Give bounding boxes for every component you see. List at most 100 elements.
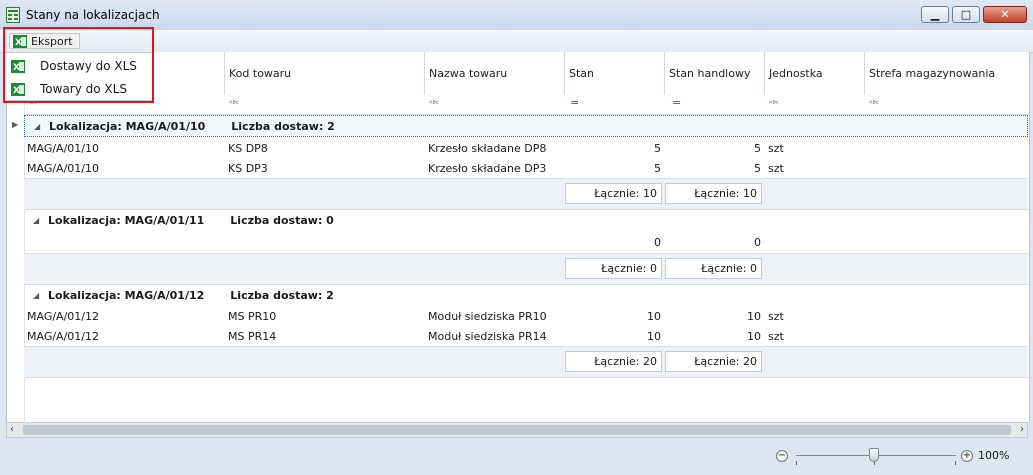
maximize-icon: □ bbox=[960, 8, 972, 21]
cell-stan-handl: 5 bbox=[754, 142, 761, 155]
cell-lokalizacja: MAG/A/01/12 bbox=[27, 310, 99, 323]
cell-nazwa: Moduł siedziska PR14 bbox=[428, 330, 547, 343]
cell-stan-handl: 10 bbox=[747, 310, 761, 323]
svg-text:X: X bbox=[13, 86, 20, 96]
row-indicator-column: ▶ bbox=[7, 52, 25, 422]
minimize-icon: ▁ bbox=[930, 8, 940, 21]
scroll-left-icon[interactable]: ‹ bbox=[10, 423, 14, 437]
cell-kod: MS PR10 bbox=[228, 310, 277, 323]
column-header-nazwa-towaru[interactable]: Nazwa towaru bbox=[424, 52, 564, 95]
collapse-triangle-icon[interactable]: ◢ bbox=[33, 291, 41, 300]
xls-icon: X bbox=[11, 59, 25, 73]
equals-filter-icon[interactable]: = bbox=[672, 96, 681, 109]
scroll-right-icon[interactable]: › bbox=[1020, 423, 1024, 437]
group-title: Lokalizacja: MAG/A/01/11 bbox=[48, 213, 205, 227]
cell-jednostka: szt bbox=[768, 142, 784, 155]
cell-stan-handl: 5 bbox=[754, 162, 761, 175]
summary-stan-handl: Łącznie: 10 bbox=[665, 183, 762, 204]
export-label: Eksport bbox=[31, 34, 73, 48]
cell-stan-mag: 5 bbox=[654, 162, 661, 175]
minimize-button[interactable]: ▁ bbox=[921, 6, 949, 23]
zoom-slider-thumb[interactable] bbox=[869, 448, 879, 462]
cell-kod: MS PR14 bbox=[228, 330, 277, 343]
cell-lokalizacja: MAG/A/01/10 bbox=[27, 162, 99, 175]
zoom-out-button[interactable]: − bbox=[776, 450, 788, 462]
column-header-stan-magazynowy[interactable]: Stan magazynowy bbox=[564, 52, 664, 123]
group-summary-row: Łącznie: 10 Łącznie: 10 bbox=[24, 178, 1028, 210]
abc-filter-icon[interactable]: ᴬᴮᶜ bbox=[769, 99, 779, 108]
group-count: Liczba dostaw: 2 bbox=[230, 288, 334, 302]
table-row[interactable]: 0 0 bbox=[24, 232, 1028, 252]
zoom-tick bbox=[955, 461, 956, 465]
cell-lokalizacja: MAG/A/01/12 bbox=[27, 330, 99, 343]
zoom-level: 100% bbox=[978, 449, 1010, 462]
column-header-stan-handlowy[interactable]: Stan handlowy bbox=[664, 52, 764, 95]
filter-row: ᴬᴮᶜ ᴬᴮᶜ ᴬᴮᶜ = = ᴬᴮᶜ ᴬᴮᶜ bbox=[7, 95, 1029, 115]
group-count: Liczba dostaw: 2 bbox=[231, 119, 335, 133]
cell-jednostka: szt bbox=[768, 162, 784, 175]
export-button[interactable]: X Eksport bbox=[9, 33, 80, 49]
horizontal-scrollbar[interactable]: ‹ › bbox=[6, 422, 1028, 438]
close-button[interactable]: ✕ bbox=[983, 6, 1027, 23]
data-grid: Lokalizacja Kod towaru Nazwa towaru Stan… bbox=[6, 52, 1030, 422]
group-title: Lokalizacja: MAG/A/01/12 bbox=[48, 288, 205, 302]
table-row[interactable]: MAG/A/01/10 KS DP3 Krzesło składane DP3 … bbox=[24, 158, 1028, 178]
cell-stan-mag: 5 bbox=[654, 142, 661, 155]
menu-item-towary-xls[interactable]: X Towary do XLS bbox=[11, 80, 127, 98]
abc-filter-icon[interactable]: ᴬᴮᶜ bbox=[869, 99, 879, 108]
group-header[interactable]: ◢ Lokalizacja: MAG/A/01/12 Liczba dostaw… bbox=[24, 284, 1028, 306]
maximize-button[interactable]: □ bbox=[952, 6, 980, 23]
menu-item-label: Towary do XLS bbox=[40, 82, 127, 96]
cell-nazwa: Krzesło składane DP8 bbox=[428, 142, 547, 155]
xls-icon: X bbox=[13, 34, 27, 48]
cell-kod: KS DP3 bbox=[228, 162, 268, 175]
summary-stan-mag: Łącznie: 0 bbox=[565, 258, 662, 279]
group-header[interactable]: ◢ Lokalizacja: MAG/A/01/11 Liczba dostaw… bbox=[24, 209, 1028, 231]
column-header-strefa[interactable]: Strefa magazynowania bbox=[864, 52, 1029, 95]
menu-item-dostawy-xls[interactable]: X Dostawy do XLS bbox=[11, 57, 137, 75]
group-title: Lokalizacja: MAG/A/01/10 bbox=[49, 119, 206, 133]
table-row[interactable]: MAG/A/01/12 MS PR14 Moduł siedziska PR14… bbox=[24, 326, 1028, 346]
zoom-in-button[interactable]: + bbox=[961, 450, 973, 462]
cell-nazwa: Krzesło składane DP3 bbox=[428, 162, 547, 175]
summary-stan-handl: Łącznie: 20 bbox=[665, 351, 762, 372]
group-summary-row: Łącznie: 0 Łącznie: 0 bbox=[24, 253, 1028, 285]
cell-stan-mag: 0 bbox=[654, 236, 661, 249]
cell-jednostka: szt bbox=[768, 330, 784, 343]
xls-icon: X bbox=[11, 82, 25, 96]
cell-stan-handl: 0 bbox=[754, 236, 761, 249]
toolbar: X Eksport bbox=[0, 30, 1033, 53]
table-row[interactable]: MAG/A/01/12 MS PR10 Moduł siedziska PR10… bbox=[24, 306, 1028, 326]
title-bar: Stany na lokalizacjach ▁ □ ✕ bbox=[0, 0, 1033, 30]
cell-stan-handl: 10 bbox=[747, 330, 761, 343]
group-summary-row: Łącznie: 20 Łącznie: 20 bbox=[24, 346, 1028, 378]
cell-kod: KS DP8 bbox=[228, 142, 268, 155]
zoom-tick bbox=[796, 461, 797, 465]
svg-text:X: X bbox=[15, 38, 22, 48]
column-header-kod-towaru[interactable]: Kod towaru bbox=[224, 52, 424, 95]
cell-lokalizacja: MAG/A/01/10 bbox=[27, 142, 99, 155]
table-row[interactable]: MAG/A/01/10 KS DP8 Krzesło składane DP8 … bbox=[24, 138, 1028, 158]
grid-header: Lokalizacja Kod towaru Nazwa towaru Stan… bbox=[7, 52, 1029, 123]
cell-stan-mag: 10 bbox=[647, 330, 661, 343]
group-header[interactable]: ◢ Lokalizacja: MAG/A/01/10 Liczba dostaw… bbox=[24, 115, 1028, 137]
collapse-triangle-icon[interactable]: ◢ bbox=[34, 122, 42, 131]
svg-text:X: X bbox=[13, 63, 20, 73]
scroll-thumb[interactable] bbox=[23, 425, 1011, 435]
cell-stan-mag: 10 bbox=[647, 310, 661, 323]
equals-filter-icon[interactable]: = bbox=[570, 96, 579, 109]
abc-filter-icon[interactable]: ᴬᴮᶜ bbox=[229, 99, 239, 108]
cell-nazwa: Moduł siedziska PR10 bbox=[428, 310, 547, 323]
column-header-jednostka[interactable]: Jednostka bbox=[764, 52, 864, 95]
cell-jednostka: szt bbox=[768, 310, 784, 323]
group-count: Liczba dostaw: 0 bbox=[230, 213, 334, 227]
spreadsheet-icon bbox=[6, 7, 20, 23]
summary-stan-mag: Łącznie: 20 bbox=[565, 351, 662, 372]
window-title: Stany na lokalizacjach bbox=[26, 8, 160, 22]
abc-filter-icon[interactable]: ᴬᴮᶜ bbox=[429, 99, 439, 108]
summary-stan-handl: Łącznie: 0 bbox=[665, 258, 762, 279]
summary-stan-mag: Łącznie: 10 bbox=[565, 183, 662, 204]
menu-item-label: Dostawy do XLS bbox=[40, 59, 137, 73]
export-menu: X Dostawy do XLS X Towary do XLS bbox=[4, 52, 154, 101]
collapse-triangle-icon[interactable]: ◢ bbox=[33, 216, 41, 225]
